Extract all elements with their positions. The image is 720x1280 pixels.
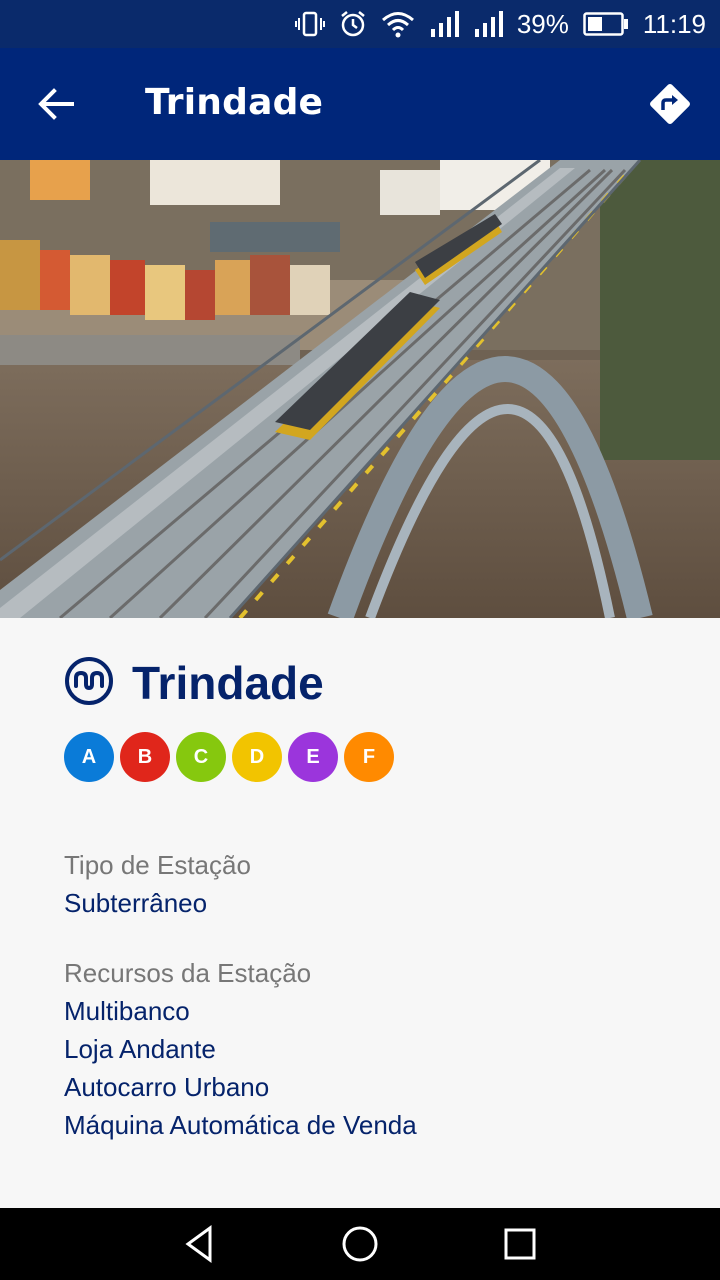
station-photo xyxy=(0,160,720,618)
line-badges: A B C D E F xyxy=(64,732,394,782)
status-bar: 39% 11:19 xyxy=(0,0,720,48)
line-badge-c[interactable]: C xyxy=(176,732,226,782)
line-badge-d[interactable]: D xyxy=(232,732,282,782)
signal-icon xyxy=(429,11,459,37)
alarm-icon xyxy=(339,10,367,38)
line-badge-a[interactable]: A xyxy=(64,732,114,782)
station-header: Trindade xyxy=(64,656,324,710)
clock-time: 11:19 xyxy=(642,8,706,39)
signal-icon-2 xyxy=(473,11,503,37)
resource-item: Máquina Automática de Venda xyxy=(64,1110,417,1140)
vibrate-icon xyxy=(294,10,325,38)
battery-icon xyxy=(583,12,629,36)
app-bar: Trindade xyxy=(0,48,720,160)
circle-home-icon xyxy=(342,1226,378,1262)
resource-item: Autocarro Urbano xyxy=(64,1072,270,1102)
nav-home-button[interactable] xyxy=(335,1219,385,1269)
directions-button[interactable] xyxy=(638,74,702,134)
metro-logo-icon xyxy=(64,656,114,710)
station-details: Trindade A B C D E F Tipo de Estação Sub… xyxy=(0,618,720,1208)
directions-icon xyxy=(650,84,690,124)
resource-item: Multibanco xyxy=(64,996,190,1026)
system-navigation-bar xyxy=(0,1208,720,1280)
nav-recents-button[interactable] xyxy=(495,1219,545,1269)
nav-back-button[interactable] xyxy=(175,1219,225,1269)
arrow-left-icon xyxy=(38,88,74,120)
line-badge-e[interactable]: E xyxy=(288,732,338,782)
station-name: Trindade xyxy=(132,657,324,709)
page-title: Trindade xyxy=(145,82,324,123)
wifi-icon xyxy=(381,10,415,38)
resource-item: Loja Andante xyxy=(64,1034,216,1064)
back-button[interactable] xyxy=(24,76,88,132)
station-type-label: Tipo de Estação xyxy=(64,850,251,880)
station-type-value: Subterrâneo xyxy=(64,888,208,918)
line-badge-f[interactable]: F xyxy=(344,732,394,782)
triangle-back-icon xyxy=(185,1225,212,1263)
battery-percent: 39% xyxy=(516,8,569,39)
line-badge-b[interactable]: B xyxy=(120,732,170,782)
square-recents-icon xyxy=(504,1228,536,1260)
station-resources-label: Recursos da Estação xyxy=(64,958,312,988)
status-icons: 39% 11:19 xyxy=(294,8,706,40)
